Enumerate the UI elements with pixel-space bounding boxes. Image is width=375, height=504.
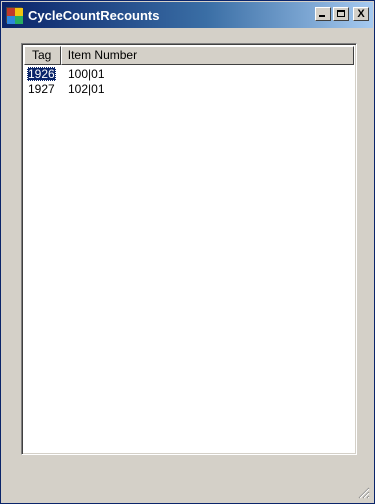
title-bar[interactable]: CycleCountRecounts X bbox=[2, 2, 373, 28]
maximize-button[interactable] bbox=[333, 7, 349, 21]
maximize-icon bbox=[337, 10, 345, 17]
column-header-item-number[interactable]: Item Number bbox=[60, 46, 354, 65]
window-title: CycleCountRecounts bbox=[28, 7, 160, 23]
list-row[interactable]: 1927 102|01 bbox=[24, 82, 354, 97]
app-window-icon[interactable] bbox=[6, 7, 23, 24]
item-number-cell: 102|01 bbox=[68, 82, 105, 96]
close-icon: X bbox=[357, 8, 365, 20]
minimize-button[interactable] bbox=[315, 7, 331, 21]
list-rows: 1926 100|01 1927 102|01 bbox=[24, 67, 354, 97]
close-button[interactable]: X bbox=[353, 7, 369, 21]
tag-cell: 1927 bbox=[24, 82, 61, 97]
window-controls: X bbox=[315, 7, 369, 21]
resize-grip-icon[interactable] bbox=[358, 487, 370, 499]
main-window: CycleCountRecounts X Tag Item Number 192… bbox=[0, 0, 375, 504]
column-header-tag[interactable]: Tag bbox=[24, 46, 61, 65]
list-header: Tag Item Number bbox=[24, 46, 354, 65]
item-number-cell: 100|01 bbox=[68, 67, 105, 81]
recounts-list-view[interactable]: Tag Item Number 1926 100|01 1927 102|01 bbox=[21, 43, 357, 455]
tag-value: 1926 bbox=[27, 67, 56, 81]
tag-value: 1927 bbox=[28, 82, 55, 96]
list-row[interactable]: 1926 100|01 bbox=[24, 67, 354, 82]
minimize-icon bbox=[319, 15, 325, 17]
tag-cell: 1926 bbox=[24, 67, 61, 82]
